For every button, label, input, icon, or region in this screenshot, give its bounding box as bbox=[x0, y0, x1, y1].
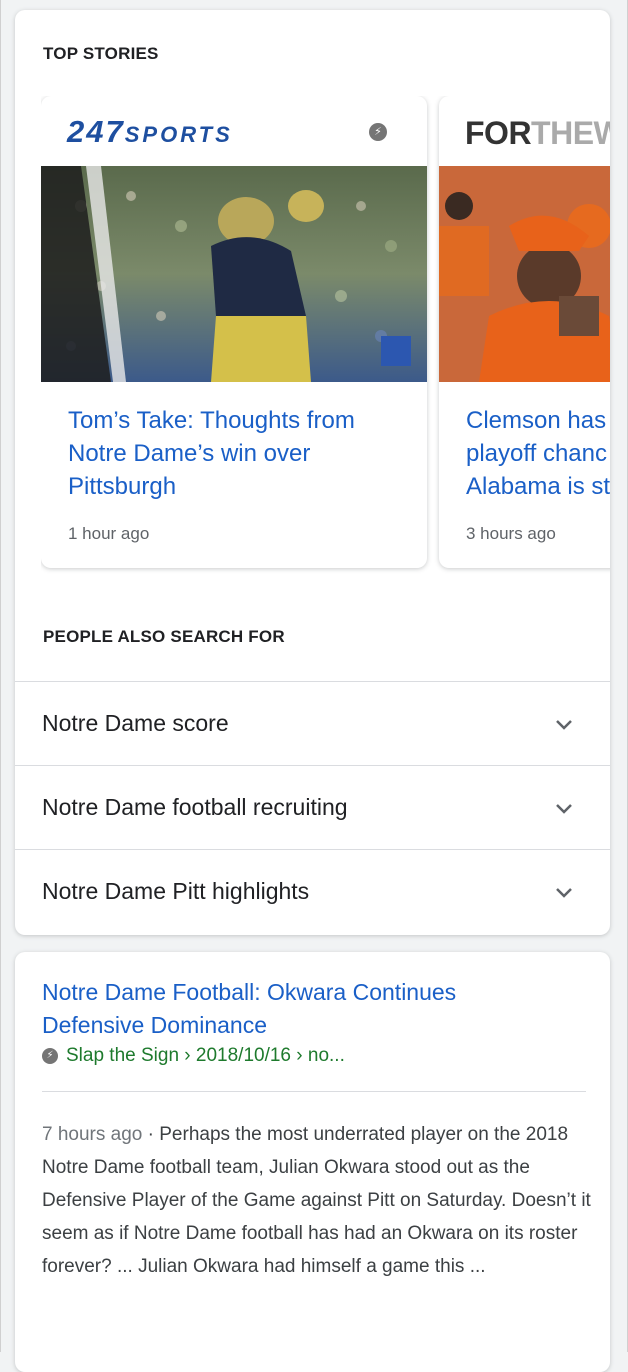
story-source-header: 247SPORTS ⚡ bbox=[41, 96, 427, 166]
pasf-item[interactable]: Notre Dame score bbox=[15, 681, 610, 766]
pasf-item-label: Notre Dame football recruiting bbox=[42, 794, 348, 820]
chevron-down-icon[interactable] bbox=[554, 798, 574, 818]
story-title[interactable]: Tom’s Take: Thoughts from Notre Dame’s w… bbox=[68, 404, 403, 503]
story-timestamp: 1 hour ago bbox=[68, 524, 150, 543]
result-date: 7 hours ago bbox=[42, 1124, 143, 1145]
source-logo-forthewin: FORTHEW bbox=[465, 115, 610, 151]
amp-lightning-icon: ⚡ bbox=[369, 123, 387, 141]
top-stories-carousel[interactable]: 247SPORTS ⚡ Tom’s Take: Thoughts from No… bbox=[41, 96, 610, 576]
pasf-item-label: Notre Dame Pitt highlights bbox=[42, 878, 310, 904]
snippet-text: Perhaps the most underrated player on th… bbox=[42, 1124, 591, 1277]
story-image[interactable] bbox=[41, 166, 427, 382]
amp-lightning-icon: ⚡ bbox=[42, 1048, 58, 1064]
pasf-item[interactable]: Notre Dame football recruiting bbox=[15, 765, 610, 850]
left-edge-line bbox=[0, 0, 1, 1352]
people-also-search-heading: PEOPLE ALSO SEARCH FOR bbox=[43, 627, 285, 646]
chevron-down-icon[interactable] bbox=[554, 882, 574, 902]
story-title[interactable]: Clemson has playoff chanc Alabama is st bbox=[466, 404, 610, 503]
result-url[interactable]: ⚡ Slap the Sign › 2018/10/16 › no... bbox=[42, 1045, 345, 1067]
chevron-down-icon[interactable] bbox=[554, 714, 574, 734]
search-result-card: Notre Dame Football: Okwara Continues De… bbox=[15, 952, 610, 1372]
divider bbox=[42, 1091, 586, 1092]
result-snippet: 7 hours ago · Perhaps the most underrate… bbox=[42, 1124, 591, 1277]
top-stories-card: TOP STORIES 247SPORTS ⚡ Tom’s Take: Thou… bbox=[15, 10, 610, 935]
source-logo-247sports: 247SPORTS bbox=[67, 114, 233, 149]
pasf-item-label: Notre Dame score bbox=[42, 710, 229, 736]
top-stories-heading: TOP STORIES bbox=[43, 44, 159, 63]
story-card-247sports[interactable]: 247SPORTS ⚡ Tom’s Take: Thoughts from No… bbox=[41, 96, 427, 568]
clemson-coach-photo bbox=[439, 166, 610, 382]
pasf-item[interactable]: Notre Dame Pitt highlights bbox=[15, 849, 610, 934]
story-image[interactable] bbox=[439, 166, 610, 382]
story-source-header: FORTHEW bbox=[439, 96, 610, 166]
football-player-photo bbox=[41, 166, 427, 382]
result-title-link[interactable]: Notre Dame Football: Okwara Continues De… bbox=[42, 976, 572, 1042]
story-timestamp: 3 hours ago bbox=[466, 524, 556, 543]
story-card-forthewin[interactable]: FORTHEW Clemson has playoff chanc Alabam… bbox=[439, 96, 610, 568]
